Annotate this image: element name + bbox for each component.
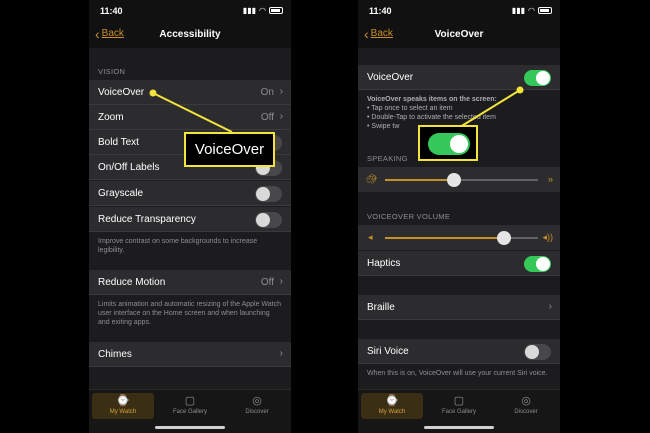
callout-line-left (152, 92, 233, 133)
callout-line-right (459, 89, 521, 128)
toggle-zoom-callout (418, 125, 478, 161)
callout-lines (149, 86, 524, 133)
callout-dot-right (516, 86, 524, 94)
zoomed-voiceover-toggle (428, 133, 470, 155)
voiceover-callout: VoiceOver (184, 132, 275, 167)
callout-dot-left (149, 89, 157, 97)
